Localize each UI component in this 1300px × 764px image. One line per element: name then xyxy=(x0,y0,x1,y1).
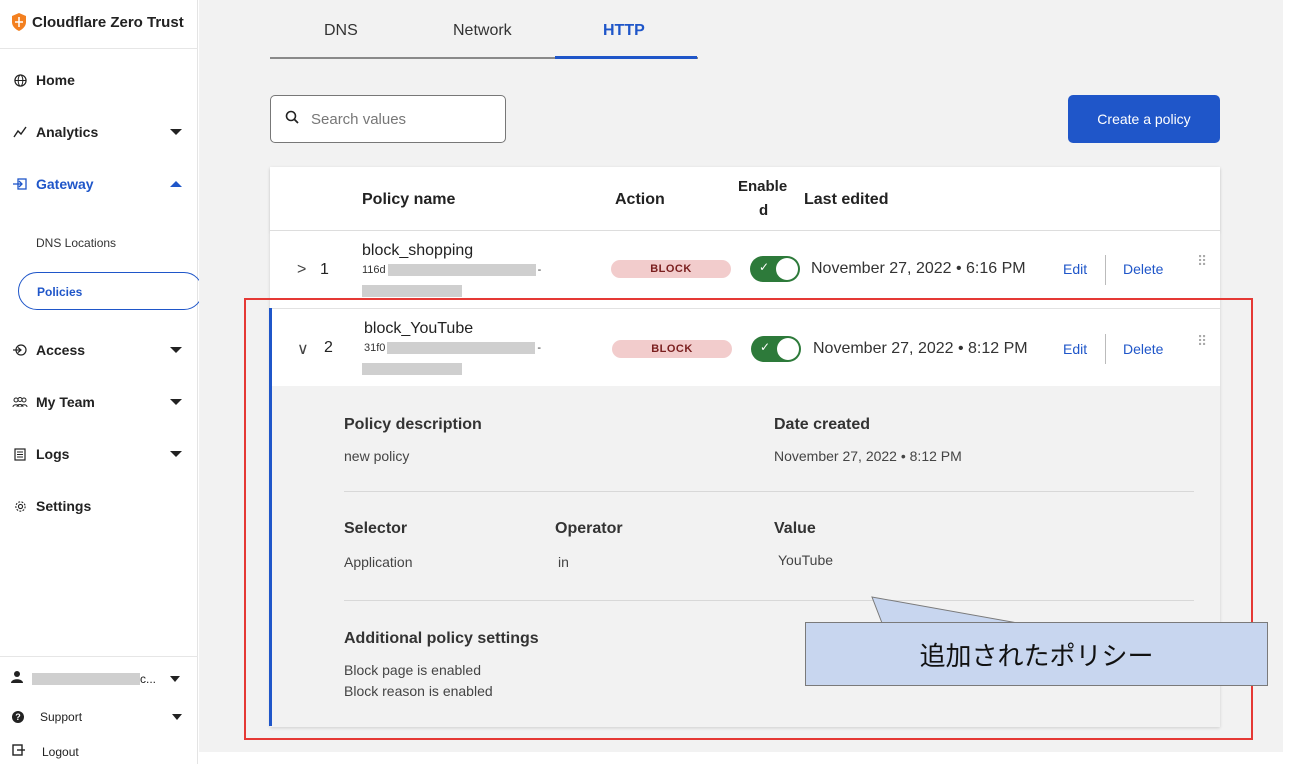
column-header-policy-name: Policy name xyxy=(362,191,456,208)
column-header-enabled: Enable xyxy=(738,178,788,195)
chevron-right-icon[interactable]: > xyxy=(297,261,306,279)
sidebar-subitem-policies[interactable]: Policies xyxy=(18,272,203,310)
callout-tail xyxy=(871,596,1019,624)
search-placeholder: Search values xyxy=(311,110,407,128)
table-header: Policy name Action Enable d Last edited xyxy=(270,167,1220,231)
redacted-username xyxy=(32,672,140,685)
gear-icon xyxy=(12,500,28,513)
bottom-margin xyxy=(199,752,1283,764)
row-number: 1 xyxy=(320,261,329,278)
sidebar-item-label: Settings xyxy=(36,498,92,514)
enabled-toggle[interactable]: ✓ xyxy=(750,256,800,282)
policy-id-suffix: - xyxy=(537,264,542,276)
divider xyxy=(1105,255,1106,285)
sidebar-item-settings[interactable]: Settings xyxy=(12,498,188,514)
create-policy-button[interactable]: Create a policy xyxy=(1068,95,1220,143)
brand-name: Cloudflare Zero Trust xyxy=(32,13,184,31)
action-badge: BLOCK xyxy=(611,260,731,278)
policy-name: block_shopping xyxy=(362,242,474,259)
sidebar: Cloudflare Zero Trust Home Analytics Gat… xyxy=(0,0,203,764)
user-suffix: c... xyxy=(140,671,157,686)
logs-icon xyxy=(12,447,28,461)
sidebar-item-my-team[interactable]: My Team xyxy=(12,394,188,410)
logout-link[interactable]: Logout xyxy=(12,744,188,759)
column-header-action: Action xyxy=(615,191,665,208)
chevron-down-icon[interactable] xyxy=(170,347,182,353)
team-icon xyxy=(12,396,28,408)
support-menu[interactable]: ? Support xyxy=(12,710,188,724)
last-edited: November 27, 2022 • 6:16 PM xyxy=(811,260,1026,277)
cloudflare-shield-logo-icon xyxy=(12,13,26,31)
chevron-down-icon[interactable] xyxy=(170,451,182,457)
redacted-id xyxy=(362,285,462,297)
user-icon xyxy=(10,670,24,687)
logout-icon xyxy=(12,744,26,759)
tab-http[interactable]: HTTP xyxy=(603,22,645,40)
delete-link[interactable]: Delete xyxy=(1123,261,1163,277)
chevron-up-icon[interactable] xyxy=(170,181,182,187)
callout-annotation: 追加されたポリシー xyxy=(805,622,1268,686)
sidebar-item-access[interactable]: Access xyxy=(12,342,188,358)
sidebar-item-label: Home xyxy=(36,72,75,88)
logout-label: Logout xyxy=(42,744,79,759)
sidebar-item-logs[interactable]: Logs xyxy=(12,446,188,462)
support-label: Support xyxy=(40,710,83,724)
tab-network[interactable]: Network xyxy=(453,22,512,40)
analytics-icon xyxy=(12,126,28,138)
chevron-down-icon[interactable] xyxy=(170,129,182,135)
chevron-down-icon[interactable] xyxy=(170,675,180,682)
chevron-down-icon[interactable] xyxy=(170,399,182,405)
divider xyxy=(0,48,198,49)
sidebar-item-label: Analytics xyxy=(36,124,99,140)
chevron-down-icon[interactable] xyxy=(172,714,182,720)
sidebar-item-gateway[interactable]: Gateway xyxy=(12,176,188,192)
column-header-enabled-wrap: d xyxy=(759,202,769,219)
sidebar-subitem-dns-locations[interactable]: DNS Locations xyxy=(36,236,116,250)
user-menu[interactable]: c... xyxy=(10,670,186,687)
sidebar-item-label: My Team xyxy=(36,394,95,410)
search-icon xyxy=(285,110,299,129)
sidebar-item-label: Gateway xyxy=(36,176,94,192)
right-margin xyxy=(1283,0,1300,764)
gateway-icon xyxy=(12,178,28,190)
help-icon: ? xyxy=(12,711,24,723)
redacted-id xyxy=(387,264,536,276)
policy-id-prefix: 116d xyxy=(362,264,386,276)
divider xyxy=(0,656,198,657)
drag-handle-icon[interactable]: ⠿ xyxy=(1197,254,1207,268)
sidebar-item-label: Access xyxy=(36,342,86,358)
brand[interactable]: Cloudflare Zero Trust xyxy=(10,12,184,32)
sidebar-item-analytics[interactable]: Analytics xyxy=(12,124,188,140)
sidebar-item-label: Logs xyxy=(36,446,70,462)
edit-link[interactable]: Edit xyxy=(1063,261,1087,277)
sidebar-item-home[interactable]: Home xyxy=(12,72,188,88)
check-icon: ✓ xyxy=(759,260,770,274)
tab-dns[interactable]: DNS xyxy=(324,22,358,40)
active-tab-indicator xyxy=(555,56,697,59)
globe-icon xyxy=(12,73,28,87)
column-header-last-edited: Last edited xyxy=(804,191,889,208)
policy-id: 116d - xyxy=(362,264,541,276)
toggle-knob xyxy=(776,258,798,280)
access-icon xyxy=(12,344,28,356)
search-input[interactable]: Search values xyxy=(270,95,506,143)
sidebar-subitem-label: Policies xyxy=(37,285,83,299)
